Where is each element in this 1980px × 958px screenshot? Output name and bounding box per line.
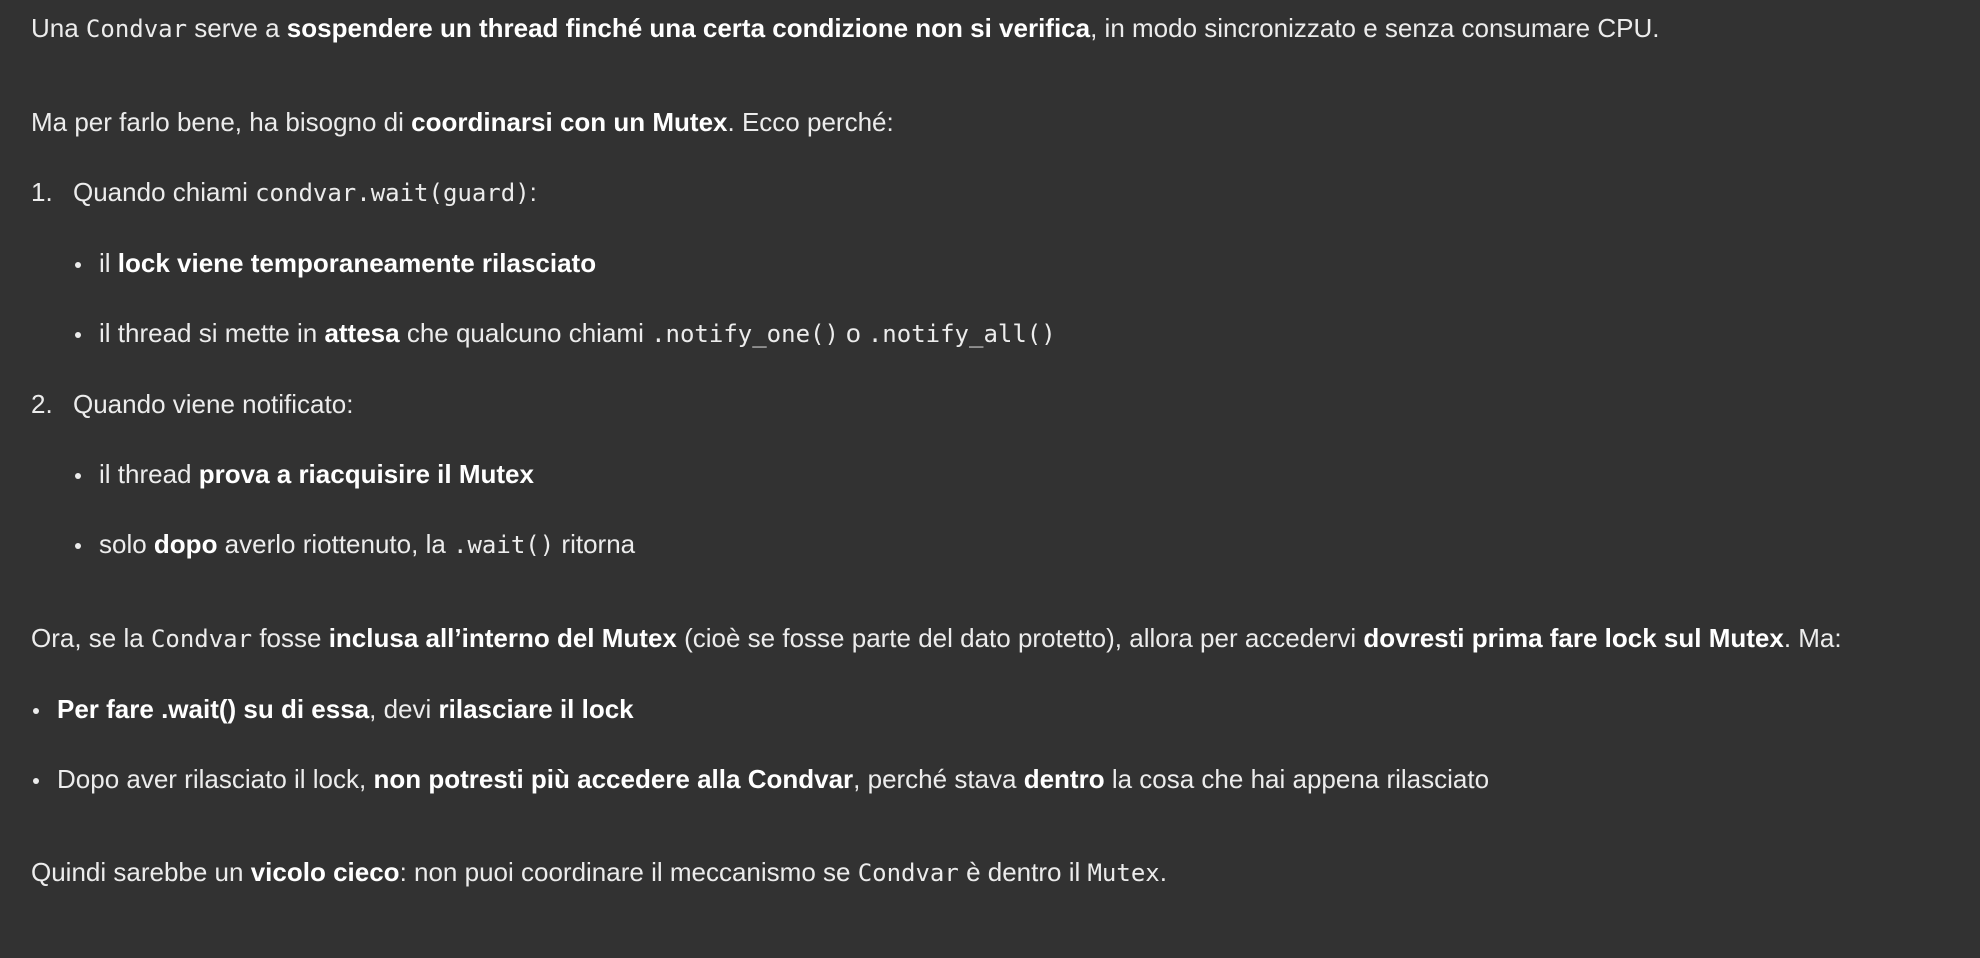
text: . Ma: bbox=[1783, 623, 1842, 653]
text: . bbox=[1159, 857, 1167, 887]
conclusion-paragraph: Quindi sarebbe un vicolo cieco: non puoi… bbox=[31, 849, 1951, 896]
bold-text: prova a riacquisire il Mutex bbox=[198, 459, 534, 489]
list-item: Per fare .wait() su di essa, devi rilasc… bbox=[31, 686, 1951, 732]
text: Una bbox=[31, 13, 86, 43]
inline-code: Condvar bbox=[857, 859, 959, 887]
inline-code: Mutex bbox=[1087, 859, 1160, 887]
text: il bbox=[99, 248, 118, 278]
text: : non puoi coordinare il meccanismo se bbox=[399, 857, 858, 887]
ora-paragraph: Ora, se la Condvar fosse inclusa all’int… bbox=[31, 615, 1951, 662]
bold-text: coordinarsi con un Mutex bbox=[411, 107, 728, 137]
list-item: il lock viene temporaneamente rilasciato bbox=[73, 240, 1951, 286]
nested-list: il lock viene temporaneamente rilasciato… bbox=[73, 240, 1951, 357]
list-item-text: solo dopo averlo riottenuto, la .wait() … bbox=[99, 521, 635, 568]
list-item-text: il thread si mette in attesa che qualcun… bbox=[99, 310, 1056, 357]
inline-code: .wait() bbox=[453, 531, 555, 559]
text: il thread si mette in bbox=[99, 318, 325, 348]
list-item: il thread si mette in attesa che qualcun… bbox=[73, 310, 1951, 357]
bold-text: non potresti più accedere alla Condvar bbox=[373, 764, 854, 794]
list-item: solo dopo averlo riottenuto, la .wait() … bbox=[73, 521, 1951, 568]
mutex-paragraph: Ma per farlo bene, ha bisogno di coordin… bbox=[31, 99, 1951, 145]
list-item-text: il lock viene temporaneamente rilasciato bbox=[99, 240, 596, 286]
list-item-text: Dopo aver rilasciato il lock, non potres… bbox=[57, 756, 1489, 802]
text: . Ecco perché: bbox=[727, 107, 894, 137]
inline-code: Condvar bbox=[85, 15, 188, 43]
nested-list: il thread prova a riacquisire il Mutex s… bbox=[73, 451, 1951, 568]
message-content: Una Condvar serve a sospendere un thread… bbox=[31, 5, 1951, 896]
inline-code: .notify_all() bbox=[867, 320, 1056, 348]
text: , devi bbox=[369, 694, 439, 724]
bold-text: rilasciare il lock bbox=[438, 694, 634, 724]
text: che qualcuno chiami bbox=[399, 318, 652, 348]
bullet-icon bbox=[31, 708, 57, 718]
text: ritorna bbox=[554, 529, 636, 559]
list-item-text: Per fare .wait() su di essa, devi rilasc… bbox=[57, 686, 634, 732]
bold-text: attesa bbox=[324, 318, 400, 348]
list-item: Dopo aver rilasciato il lock, non potres… bbox=[31, 756, 1951, 802]
bullet-icon bbox=[73, 473, 99, 483]
bullet-icon bbox=[73, 543, 99, 553]
text: (cioè se fosse parte del dato protetto),… bbox=[676, 623, 1364, 653]
text: Ma per farlo bene, ha bisogno di bbox=[31, 107, 412, 137]
bullet-icon bbox=[31, 778, 57, 788]
bold-text: vicolo cieco bbox=[250, 857, 400, 887]
bold-text: dentro bbox=[1023, 764, 1105, 794]
text: Dopo aver rilasciato il lock, bbox=[57, 764, 374, 794]
list-item-text: Quando chiami condvar.wait(guard): bbox=[73, 169, 537, 216]
bullet-icon bbox=[73, 332, 99, 342]
bold-text: dopo bbox=[153, 529, 218, 559]
text: averlo riottenuto, la bbox=[217, 529, 454, 559]
list-number: 1. bbox=[31, 177, 53, 207]
text: fosse bbox=[252, 623, 329, 653]
inline-code: .notify_one() bbox=[651, 320, 839, 348]
text: Ora, se la bbox=[31, 623, 151, 653]
inline-code: Condvar bbox=[150, 625, 253, 653]
bold-text: dovresti prima fare lock sul Mutex bbox=[1363, 623, 1784, 653]
list-item-text: il thread prova a riacquisire il Mutex bbox=[99, 451, 534, 497]
bold-text: sospendere un thread finché una certa co… bbox=[286, 13, 1091, 43]
text: solo bbox=[99, 529, 154, 559]
text: , in modo sincronizzato e senza consumar… bbox=[1090, 13, 1660, 43]
bullet-icon bbox=[73, 262, 99, 272]
text: o bbox=[838, 318, 868, 348]
list-item-text: Quando viene notificato: bbox=[73, 389, 354, 419]
text: è dentro il bbox=[958, 857, 1088, 887]
list-number: 2. bbox=[31, 389, 53, 419]
text: il thread bbox=[99, 459, 199, 489]
text: Quindi sarebbe un bbox=[31, 857, 251, 887]
ordered-list-item: 2. Quando viene notificato: bbox=[31, 381, 1951, 427]
bullet-list: Per fare .wait() su di essa, devi rilasc… bbox=[31, 686, 1951, 802]
text: , perché stava bbox=[853, 764, 1024, 794]
text: : bbox=[529, 177, 537, 207]
ordered-list-item: 1. Quando chiami condvar.wait(guard): bbox=[31, 169, 1951, 216]
text: serve a bbox=[187, 13, 287, 43]
intro-paragraph: Una Condvar serve a sospendere un thread… bbox=[31, 5, 1951, 52]
text: la cosa che hai appena rilasciato bbox=[1104, 764, 1490, 794]
bold-text: lock viene temporaneamente rilasciato bbox=[117, 248, 597, 278]
bold-text: Per fare .wait() su di essa bbox=[57, 694, 370, 724]
bold-text: inclusa all’interno del Mutex bbox=[328, 623, 677, 653]
list-item: il thread prova a riacquisire il Mutex bbox=[73, 451, 1951, 497]
text: Quando chiami bbox=[73, 177, 256, 207]
inline-code: condvar.wait(guard) bbox=[255, 179, 530, 207]
